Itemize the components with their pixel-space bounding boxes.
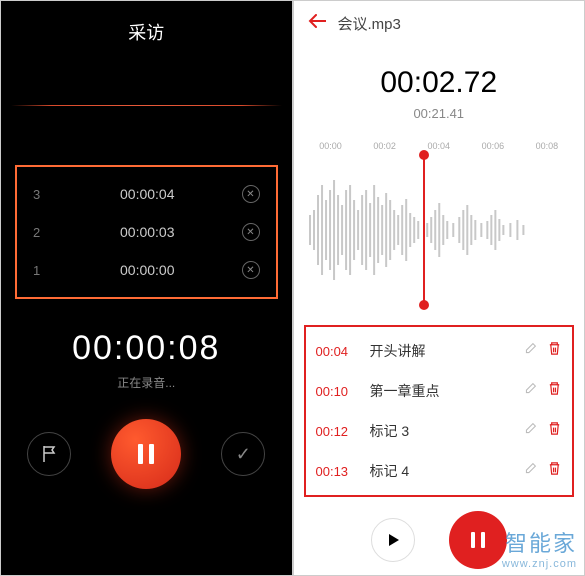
recording-timer: 00:00:08 正在录音...: [1, 329, 292, 391]
tag-time: 00:13: [316, 464, 360, 479]
file-title: 会议.mp3: [338, 13, 401, 34]
tag-time: 00:04: [316, 344, 360, 359]
delete-tag-icon[interactable]: [547, 381, 562, 401]
pause-icon: [138, 444, 154, 464]
tag-row[interactable]: 00:04 开头讲解: [306, 331, 573, 371]
tag-row[interactable]: 00:13 标记 4: [306, 451, 573, 491]
tag-label: 第一章重点: [370, 381, 515, 401]
edit-tag-icon[interactable]: [524, 462, 537, 480]
tag-row[interactable]: 00:12 标记 3: [306, 411, 573, 451]
check-icon: ✓: [236, 444, 251, 465]
delete-mark-icon[interactable]: ✕: [242, 261, 260, 279]
current-playback-time: 00:02.72: [294, 66, 585, 100]
elapsed-time: 00:00:08: [1, 329, 292, 368]
recording-status: 正在录音...: [1, 374, 292, 391]
mark-index: 2: [33, 225, 53, 240]
recording-title: 采访: [1, 1, 292, 55]
mark-index: 1: [33, 263, 53, 278]
record-controls: ✓: [1, 419, 292, 489]
live-waveform: [11, 75, 282, 135]
playback-controls: [294, 511, 585, 569]
tick: 00:06: [482, 141, 505, 151]
edit-tag-icon[interactable]: [524, 342, 537, 360]
tag-label: 标记 4: [370, 461, 515, 481]
delete-mark-icon[interactable]: ✕: [242, 185, 260, 203]
edit-tag-icon[interactable]: [524, 382, 537, 400]
flag-mark-button[interactable]: [27, 432, 71, 476]
edit-tag-icon[interactable]: [524, 422, 537, 440]
tag-label: 标记 3: [370, 421, 515, 441]
tag-label: 开头讲解: [370, 341, 515, 361]
mark-row[interactable]: 3 00:00:04 ✕: [25, 175, 268, 213]
marks-list-highlight: 3 00:00:04 ✕ 2 00:00:03 ✕ 1 00:00:00 ✕: [15, 165, 278, 299]
play-button[interactable]: [371, 518, 415, 562]
mark-time: 00:00:00: [53, 262, 242, 278]
playback-header: 会议.mp3: [294, 1, 585, 46]
tag-time: 00:12: [316, 424, 360, 439]
mark-index: 3: [33, 187, 53, 202]
delete-tag-icon[interactable]: [547, 341, 562, 361]
play-icon: [386, 533, 400, 547]
tag-row[interactable]: 00:10 第一章重点: [306, 371, 573, 411]
done-button[interactable]: ✓: [221, 432, 265, 476]
total-duration: 00:21.41: [294, 106, 585, 121]
delete-tag-icon[interactable]: [547, 461, 562, 481]
tick: 00:04: [427, 141, 450, 151]
delete-tag-icon[interactable]: [547, 421, 562, 441]
tick: 00:00: [319, 141, 342, 151]
mark-time: 00:00:04: [53, 186, 242, 202]
mark-row[interactable]: 2 00:00:03 ✕: [25, 213, 268, 251]
pause-playback-button[interactable]: [449, 511, 507, 569]
time-ruler: 00:00 00:02 00:04 00:06 00:08: [304, 141, 575, 151]
tick: 00:02: [373, 141, 396, 151]
playback-waveform[interactable]: [304, 155, 575, 305]
mark-time: 00:00:03: [53, 224, 242, 240]
playback-screen: 会议.mp3 00:02.72 00:21.41 00:00 00:02 00:…: [293, 0, 585, 576]
back-arrow-icon[interactable]: [308, 14, 326, 33]
playhead-indicator[interactable]: [423, 155, 425, 305]
recording-screen: 采访 3 00:00:04 ✕ 2 00:00:03 ✕ 1 00:00:00 …: [0, 0, 293, 576]
mark-row[interactable]: 1 00:00:00 ✕: [25, 251, 268, 289]
tag-time: 00:10: [316, 384, 360, 399]
tags-list-highlight: 00:04 开头讲解 00:10 第一章重点 00:12 标记 3 00:13 …: [304, 325, 575, 497]
delete-mark-icon[interactable]: ✕: [242, 223, 260, 241]
tick: 00:08: [536, 141, 559, 151]
pause-icon: [471, 532, 485, 548]
pause-record-button[interactable]: [111, 419, 181, 489]
